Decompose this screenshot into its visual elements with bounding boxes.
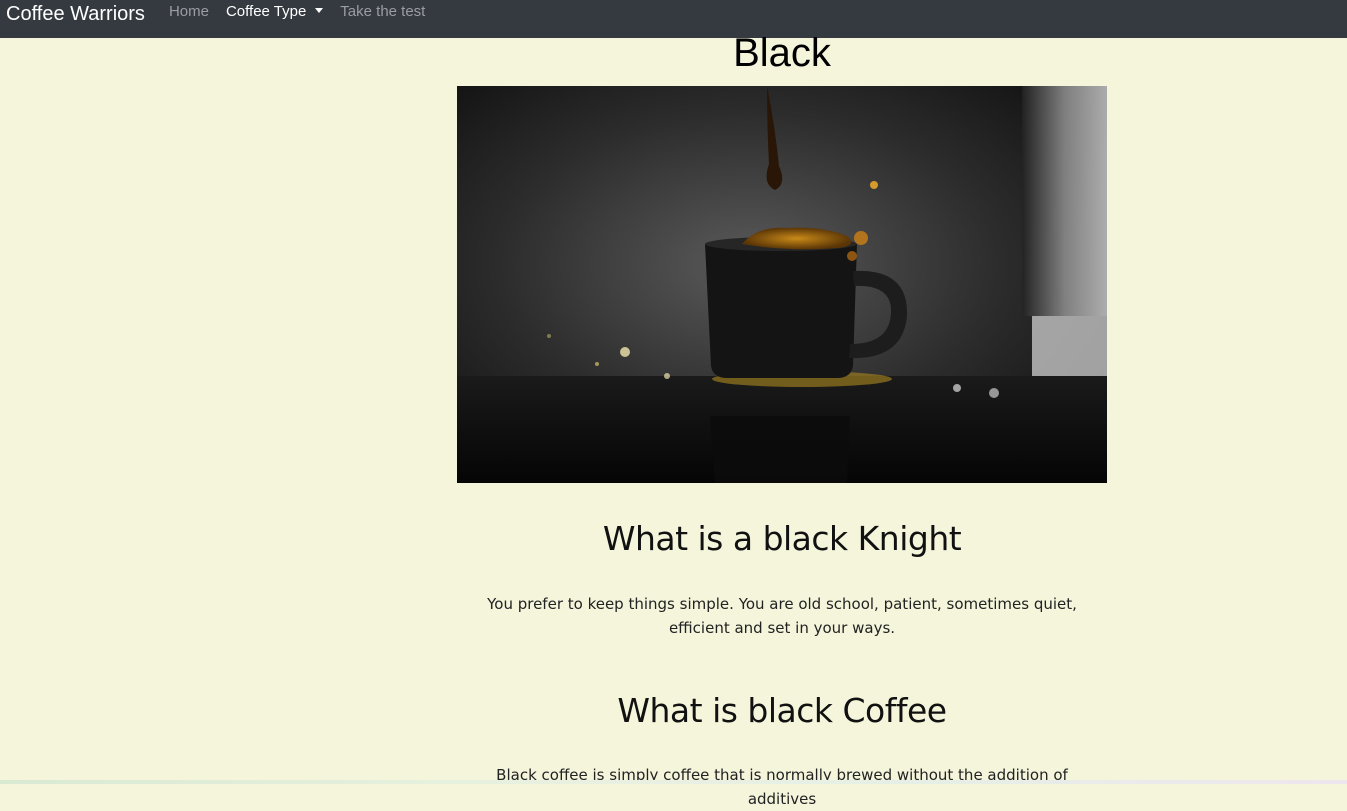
nav-take-test-link[interactable]: Take the test bbox=[340, 3, 425, 20]
nav-coffee-type-label: Coffee Type bbox=[225, 2, 307, 20]
coffee-section-heading: What is black Coffee bbox=[617, 691, 947, 730]
knight-section-text: You prefer to keep things simple. You ar… bbox=[487, 595, 1077, 637]
nav-coffee-type-dropdown[interactable]: Coffee Type bbox=[225, 2, 324, 20]
black-coffee-image bbox=[457, 86, 1107, 483]
bottom-edge-strip bbox=[0, 780, 1347, 784]
nav-home-link[interactable]: Home bbox=[169, 3, 209, 20]
brand-link[interactable]: Coffee Warriors bbox=[6, 3, 145, 25]
coffee-section-text: Black coffee is simply coffee that is no… bbox=[496, 766, 1068, 808]
knight-section-heading: What is a black Knight bbox=[602, 519, 962, 558]
caret-down-icon bbox=[315, 7, 324, 13]
page-title: Black bbox=[733, 31, 831, 75]
